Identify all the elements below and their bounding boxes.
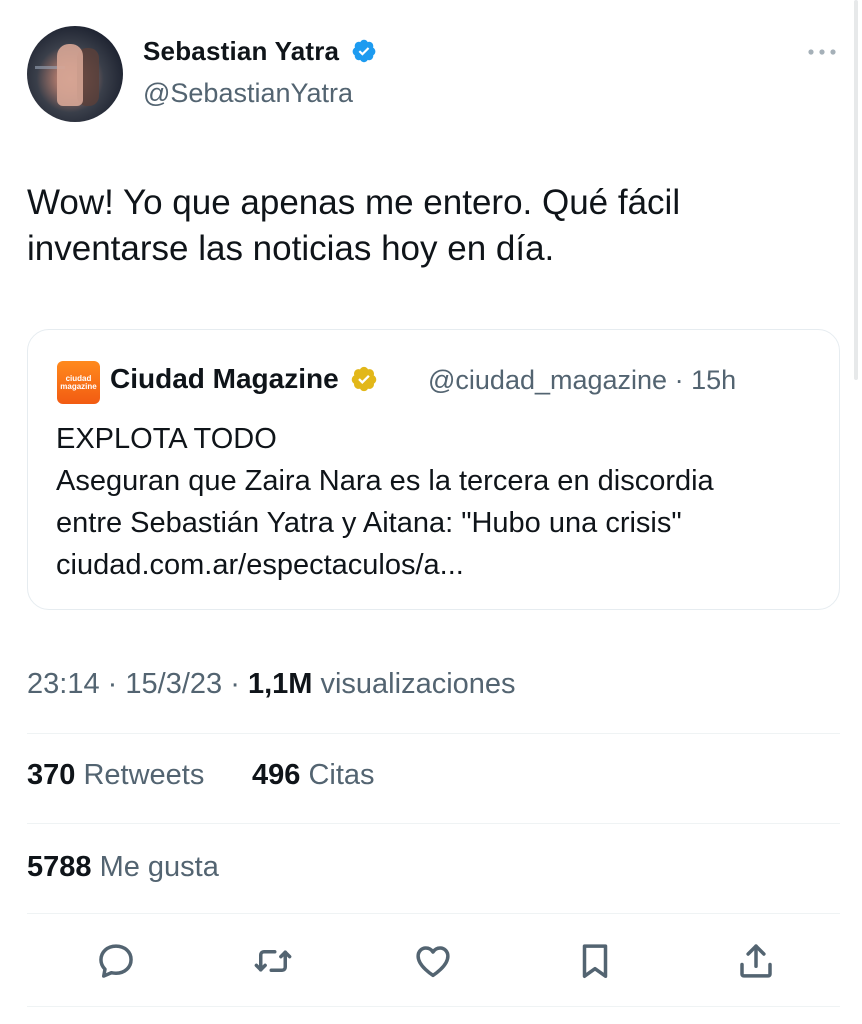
author-name[interactable]: Sebastian Yatra [143,36,377,67]
tweet-text-line: inventarse las noticias hoy en día. [27,229,555,268]
retweets-stat[interactable]: 370 Retweets [27,759,204,792]
avatar[interactable] [27,26,123,122]
divider [27,823,840,824]
quoted-author-name-text[interactable]: Ciudad Magazine [110,363,339,394]
tweet-text-line: Wow! Yo que apenas me entero. Qué fácil [27,183,681,222]
quoted-link[interactable]: ciudad.com.ar/espectaculos/a... [56,544,826,586]
like-icon [416,946,450,978]
like-button[interactable] [410,938,456,984]
quoted-author-handle[interactable]: @ciudad_magazine [428,365,667,395]
views-label: visualizaciones [320,668,516,700]
quotes-count: 496 [252,759,301,791]
retweet-icon [254,949,292,973]
retweet-button[interactable] [250,938,296,984]
verified-gold-badge-icon [352,366,377,392]
more-options-icon[interactable] [806,42,838,62]
bookmark-icon [582,944,608,978]
share-button[interactable] [733,938,779,984]
reply-icon [99,944,133,978]
quotes-stat[interactable]: 496 Citas [252,759,375,792]
quoted-headline: EXPLOTA TODO [56,423,277,455]
share-icon [740,944,772,978]
quoted-text-line: Aseguran que Zaira Nara es la tercera en… [56,465,714,497]
verified-badge-icon [352,39,375,63]
divider [27,913,840,914]
quoted-author-meta: @ciudad_magazine · 15h [428,365,736,396]
quoted-avatar-logo[interactable]: ciudad magazine [57,361,100,404]
quoted-text: EXPLOTA TODO Aseguran que Zaira Nara es … [56,418,826,586]
quoted-text-line: entre Sebastián Yatra y Aitana: "Hubo un… [56,507,682,539]
tweet-date[interactable]: 15/3/23 [125,668,222,700]
likes-count: 5788 [27,851,92,883]
likes-label: Me gusta [99,851,219,883]
author-handle[interactable]: @SebastianYatra [143,78,353,109]
scrollbar[interactable] [854,0,858,380]
retweets-label: Retweets [83,759,205,791]
meta-separator: · [674,365,684,395]
logo-text: magazine [60,381,97,391]
quoted-tweet-card[interactable]: ciudad magazine Ciudad Magazine @ciudad_… [27,329,840,610]
quotes-label: Citas [308,759,375,791]
divider [27,1006,840,1007]
retweets-count: 370 [27,759,76,791]
reply-button[interactable] [93,938,139,984]
tweet-time[interactable]: 23:14 [27,668,100,700]
quoted-time[interactable]: 15h [691,365,736,395]
meta-separator: · [107,668,118,700]
quoted-author-name[interactable]: Ciudad Magazine [110,363,378,395]
tweet-meta: 23:14 · 15/3/23 · 1,1M visualizaciones [27,668,516,701]
tweet-text: Wow! Yo que apenas me entero. Qué fácil … [27,180,827,272]
action-bar [0,938,862,988]
meta-separator: · [230,668,240,700]
bookmark-button[interactable] [572,938,618,984]
divider [27,733,840,734]
author-name-text[interactable]: Sebastian Yatra [143,36,339,66]
views-count: 1,1M [247,668,313,700]
likes-stat[interactable]: 5788 Me gusta [27,851,219,884]
